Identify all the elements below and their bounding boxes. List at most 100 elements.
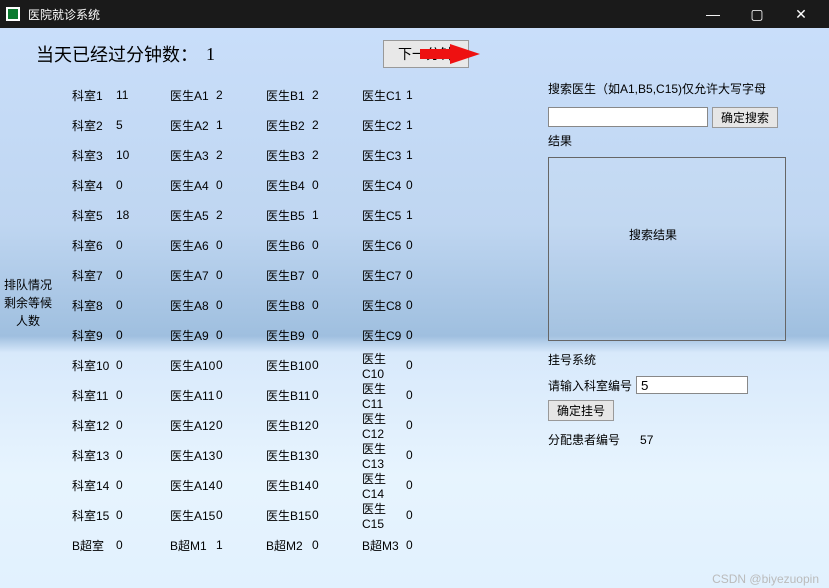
doctor-c-count: 0 xyxy=(406,448,426,462)
doctor-a-label: 医生A8 xyxy=(170,297,216,314)
doctor-a-count: 0 xyxy=(216,238,250,252)
doctor-c-label: 医生C1 xyxy=(362,87,406,104)
doctor-c-count: 0 xyxy=(406,478,426,492)
doctor-c-label: 医生C14 xyxy=(362,470,406,501)
search-result-box: 搜索结果 xyxy=(548,157,786,341)
doctor-a-count: 1 xyxy=(216,538,250,552)
doctor-a-label: 医生A12 xyxy=(170,417,216,434)
doctor-c-label: 医生C13 xyxy=(362,440,406,471)
window-controls: — ▢ ✕ xyxy=(691,0,823,28)
dept-count: 0 xyxy=(116,538,154,552)
doctor-a-count: 2 xyxy=(216,88,250,102)
doctor-b-count: 0 xyxy=(312,448,346,462)
doctor-c-label: 医生C11 xyxy=(362,380,406,411)
table-row: 科室140医生A140医生B140医生C140 xyxy=(72,470,532,500)
search-button[interactable]: 确定搜索 xyxy=(712,107,778,128)
doctor-a-label: 医生A6 xyxy=(170,237,216,254)
table-row: 科室310医生A32医生B32医生C31 xyxy=(72,140,532,170)
dept-label: 科室11 xyxy=(72,387,116,404)
table-row: 科室80医生A80医生B80医生C80 xyxy=(72,290,532,320)
doctor-b-label: 医生B15 xyxy=(266,507,312,524)
queue-caption: 排队情况 剩余等候人数 xyxy=(0,276,56,560)
main-body: 排队情况 剩余等候人数 科室111医生A12医生B12医生C11科室25医生A2… xyxy=(0,80,829,560)
dept-label: 科室12 xyxy=(72,417,116,434)
dept-count: 0 xyxy=(116,388,154,402)
assigned-label: 分配患者编号 xyxy=(548,431,620,448)
result-label: 结果 xyxy=(548,132,810,149)
dept-label: 科室7 xyxy=(72,267,116,284)
doctor-a-count: 0 xyxy=(216,178,250,192)
assigned-row: 分配患者编号 57 xyxy=(548,431,810,448)
doctor-a-label: 医生A13 xyxy=(170,447,216,464)
dept-count: 0 xyxy=(116,478,154,492)
doctor-b-count: 0 xyxy=(312,538,346,552)
doctor-b-count: 1 xyxy=(312,208,346,222)
table-row: 科室150医生A150医生B150医生C150 xyxy=(72,500,532,530)
table-row: 科室130医生A130医生B130医生C130 xyxy=(72,440,532,470)
register-button[interactable]: 确定挂号 xyxy=(548,400,614,421)
doctor-c-count: 1 xyxy=(406,118,426,132)
search-hint: 搜索医生（如A1,B5,C15)仅允许大写字母 xyxy=(548,80,810,97)
doctor-b-label: 医生B3 xyxy=(266,147,312,164)
doctor-c-count: 0 xyxy=(406,178,426,192)
doctor-c-label: 医生C6 xyxy=(362,237,406,254)
dept-count: 18 xyxy=(116,208,154,222)
doctor-c-label: 医生C7 xyxy=(362,267,406,284)
dept-label: 科室13 xyxy=(72,447,116,464)
dept-count: 0 xyxy=(116,418,154,432)
doctor-c-count: 0 xyxy=(406,238,426,252)
doctor-b-label: 医生B4 xyxy=(266,177,312,194)
close-button[interactable]: ✕ xyxy=(779,0,823,28)
dept-label: 科室15 xyxy=(72,507,116,524)
doctor-a-count: 2 xyxy=(216,208,250,222)
app-window: 医院就诊系统 — ▢ ✕ 当天已经过分钟数： 1 下一分钟 排队情况 剩余等候人… xyxy=(0,0,829,588)
table-row: 科室120医生A120医生B120医生C120 xyxy=(72,410,532,440)
doctor-b-label: 医生B1 xyxy=(266,87,312,104)
dept-label: 科室3 xyxy=(72,147,116,164)
doctor-b-count: 0 xyxy=(312,418,346,432)
maximize-button[interactable]: ▢ xyxy=(735,0,779,28)
doctor-b-count: 0 xyxy=(312,358,346,372)
result-placeholder: 搜索结果 xyxy=(629,228,677,242)
minimize-button[interactable]: — xyxy=(691,0,735,28)
doctor-b-count: 0 xyxy=(312,238,346,252)
doctor-c-label: 医生C3 xyxy=(362,147,406,164)
annotation-arrow-icon xyxy=(420,44,480,64)
table-row: 科室90医生A90医生B90医生C90 xyxy=(72,320,532,350)
doctor-a-count: 0 xyxy=(216,268,250,282)
table-row: 科室70医生A70医生B70医生C70 xyxy=(72,260,532,290)
doctor-a-label: 医生A15 xyxy=(170,507,216,524)
doctor-a-label: 医生A1 xyxy=(170,87,216,104)
search-row: 确定搜索 xyxy=(548,107,810,128)
doctor-b-count: 0 xyxy=(312,328,346,342)
doctor-c-label: 医生C10 xyxy=(362,350,406,381)
doctor-a-label: 医生A3 xyxy=(170,147,216,164)
dept-count: 10 xyxy=(116,148,154,162)
dept-number-input[interactable] xyxy=(636,376,748,394)
doctor-b-label: 医生B6 xyxy=(266,237,312,254)
table-row: 科室110医生A110医生B110医生C110 xyxy=(72,380,532,410)
doctor-c-label: B超M3 xyxy=(362,537,406,554)
doctor-a-count: 1 xyxy=(216,118,250,132)
doctor-a-count: 0 xyxy=(216,388,250,402)
doctor-a-label: B超M1 xyxy=(170,537,216,554)
doctor-c-count: 0 xyxy=(406,328,426,342)
doctor-c-count: 0 xyxy=(406,418,426,432)
doctor-b-count: 0 xyxy=(312,298,346,312)
table-row: B超室0B超M11B超M20B超M30 xyxy=(72,530,532,560)
doctor-c-count: 0 xyxy=(406,358,426,372)
dept-count: 0 xyxy=(116,448,154,462)
dept-count: 5 xyxy=(116,118,154,132)
doctor-b-label: 医生B10 xyxy=(266,357,312,374)
app-icon xyxy=(6,7,20,21)
dept-label: 科室9 xyxy=(72,327,116,344)
dept-label: 科室8 xyxy=(72,297,116,314)
doctor-a-count: 0 xyxy=(216,418,250,432)
window-title: 医院就诊系统 xyxy=(28,6,691,23)
assigned-value: 57 xyxy=(640,433,653,447)
search-input[interactable] xyxy=(548,107,708,127)
dept-label: 科室2 xyxy=(72,117,116,134)
doctor-b-count: 2 xyxy=(312,118,346,132)
doctor-c-label: 医生C9 xyxy=(362,327,406,344)
doctor-c-label: 医生C2 xyxy=(362,117,406,134)
